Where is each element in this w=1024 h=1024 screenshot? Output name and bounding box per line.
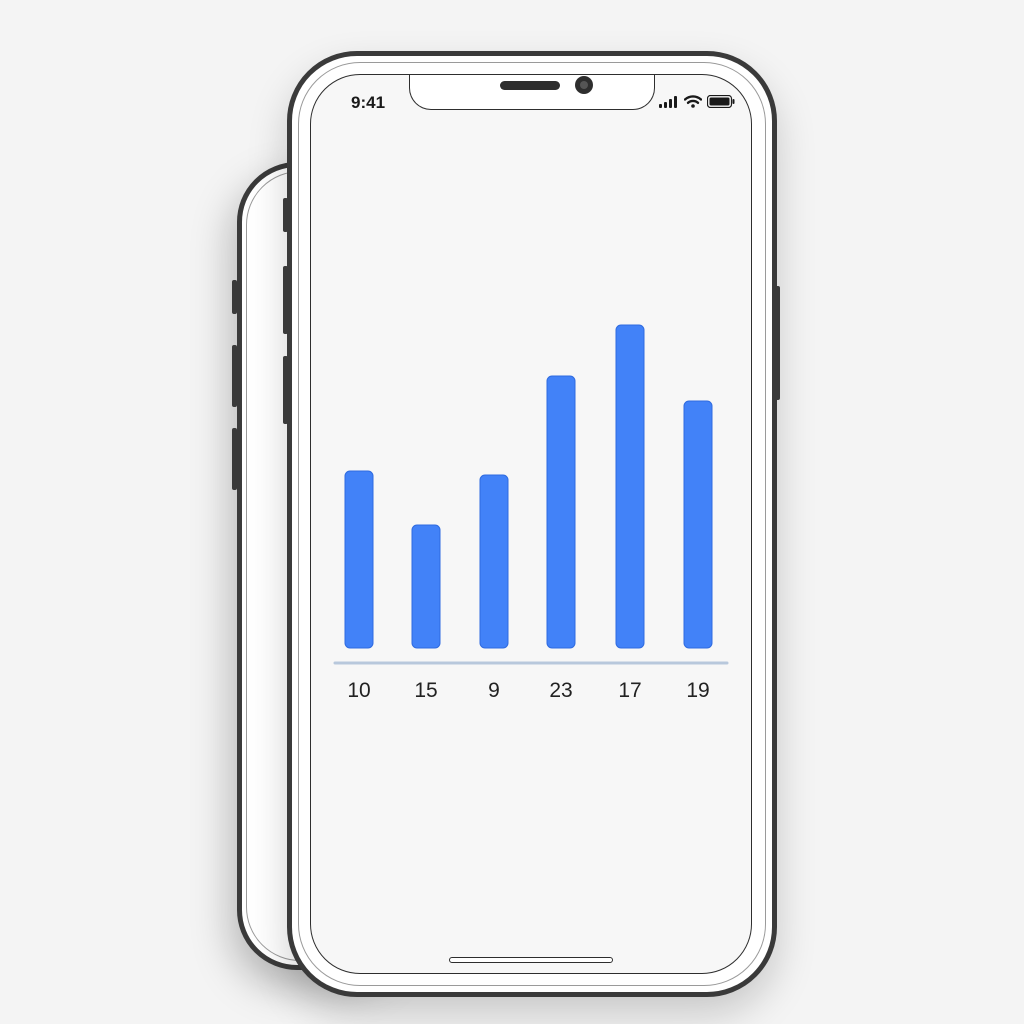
bar-15 <box>411 524 441 649</box>
front-phone-volume-down <box>283 356 288 424</box>
bar-chart: 10 15 9 23 17 19 <box>333 324 729 702</box>
phone-screen: 9:41 10 15 9 23 17 19 <box>310 74 752 974</box>
x-tick-label: 15 <box>414 679 437 702</box>
back-phone-volume-up <box>232 345 237 407</box>
front-phone-power-button <box>775 286 780 400</box>
bar-group <box>344 324 713 649</box>
back-phone-volume-down <box>232 428 237 490</box>
front-phone-silent-switch <box>283 198 288 232</box>
bar-17 <box>615 324 645 649</box>
x-tick-label: 17 <box>618 679 641 702</box>
mockup-stage: 9:41 10 15 9 23 17 19 <box>0 0 1024 1024</box>
x-tick-label: 10 <box>347 679 370 702</box>
bar-19 <box>683 400 713 649</box>
bar-9 <box>479 474 509 649</box>
back-phone-silent-switch <box>232 280 237 314</box>
x-tick-label: 9 <box>488 679 500 702</box>
home-indicator[interactable] <box>449 957 613 963</box>
bar-23 <box>546 375 576 649</box>
x-tick-label: 23 <box>549 679 572 702</box>
x-tick-labels: 10 15 9 23 17 19 <box>347 679 709 702</box>
front-phone-volume-up <box>283 266 288 334</box>
bar-10 <box>344 470 374 649</box>
x-tick-label: 19 <box>686 679 709 702</box>
